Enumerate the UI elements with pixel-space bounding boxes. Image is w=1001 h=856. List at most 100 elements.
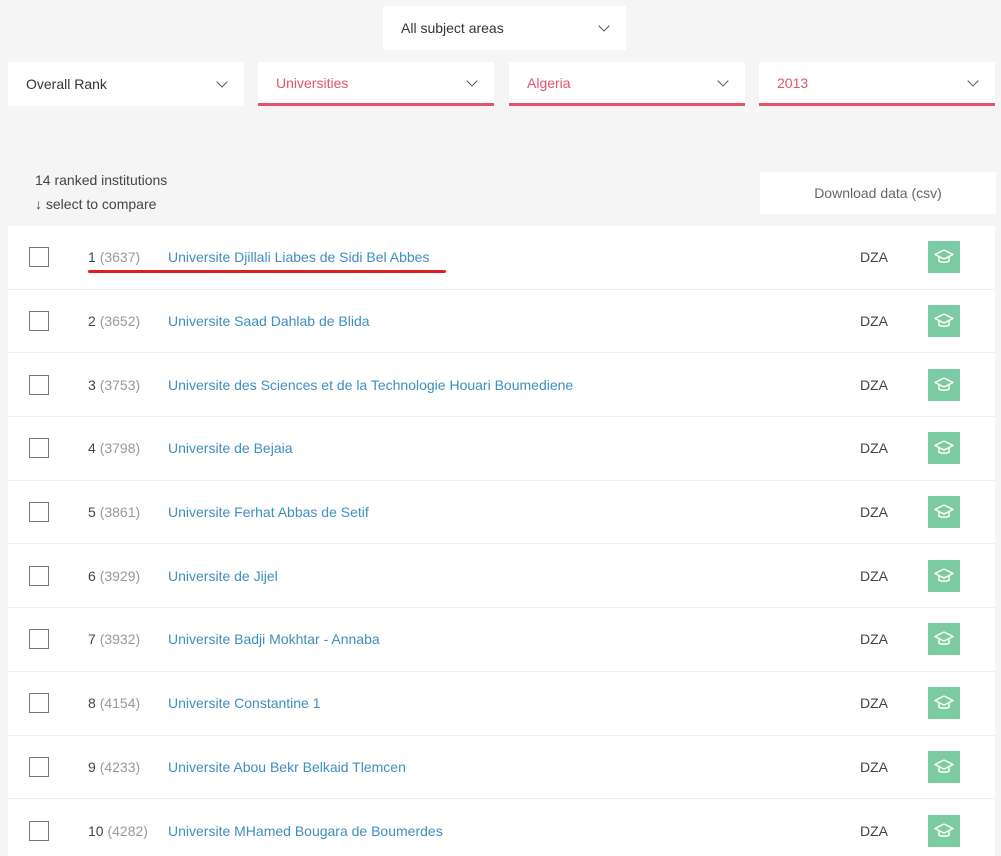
institution-type-label: Universities — [276, 74, 349, 91]
compare-checkbox[interactable] — [29, 438, 49, 459]
institution-link[interactable]: Universite MHamed Bougara de Boumerdes — [168, 823, 443, 839]
compare-hint: ↓ select to compare — [35, 196, 157, 212]
world-rank: (3861) — [99, 504, 141, 521]
institution-link[interactable]: Universite de Jijel — [168, 568, 278, 584]
chevron-down-icon — [717, 74, 729, 87]
world-rank: (3932) — [99, 631, 141, 648]
graduation-cap-icon[interactable] — [928, 750, 960, 783]
country-code: DZA — [860, 313, 888, 330]
rank-number: 10 — [88, 822, 104, 839]
rank-cell: 8 (4154) — [88, 695, 140, 711]
compare-checkbox[interactable] — [29, 311, 49, 332]
table-row: 8 (4154) Universite Constantine 1 DZA — [8, 672, 995, 736]
world-rank: (3652) — [99, 313, 141, 330]
graduation-cap-icon[interactable] — [928, 687, 960, 720]
rank-cell: 1 (3637) — [88, 249, 140, 265]
year-label: 2013 — [777, 74, 809, 91]
rank-cell: 9 (4233) — [88, 759, 140, 775]
country-code: DZA — [860, 567, 888, 584]
world-rank: (3753) — [99, 376, 141, 393]
rank-number: 8 — [88, 695, 96, 712]
institution-link[interactable]: Universite Abou Bekr Belkaid Tlemcen — [168, 759, 406, 775]
compare-checkbox[interactable] — [29, 756, 49, 777]
country-code: DZA — [860, 249, 888, 266]
world-rank: (3929) — [99, 567, 141, 584]
rank-number: 1 — [88, 249, 96, 266]
results-summary: 14 ranked institutions ↓ select to compa… — [35, 168, 167, 216]
table-row: 5 (3861) Universite Ferhat Abbas de Setif… — [8, 481, 995, 545]
country-code: DZA — [860, 758, 888, 775]
table-row: 6 (3929) Universite de Jijel DZA — [8, 544, 995, 609]
compare-checkbox[interactable] — [29, 374, 49, 395]
country-code: DZA — [860, 822, 888, 839]
year-select[interactable]: 2013 — [759, 62, 995, 106]
table-row: 1 (3637) Universite Djillali Liabes de Si… — [8, 226, 995, 290]
subject-area-select[interactable]: All subject areas — [383, 6, 626, 50]
graduation-cap-icon[interactable] — [928, 241, 960, 274]
chevron-down-icon — [598, 20, 610, 32]
world-rank: (4233) — [99, 758, 141, 775]
institution-type-select[interactable]: Universities — [258, 62, 494, 106]
graduation-cap-icon[interactable] — [928, 305, 960, 338]
institution-link[interactable]: Universite Saad Dahlab de Blida — [168, 313, 370, 329]
graduation-cap-icon[interactable] — [928, 496, 960, 529]
rank-cell: 6 (3929) — [88, 568, 140, 584]
graduation-cap-icon[interactable] — [928, 432, 960, 465]
compare-checkbox[interactable] — [29, 502, 49, 523]
world-rank: (3637) — [99, 249, 141, 266]
chevron-down-icon — [967, 74, 979, 87]
rank-number: 6 — [88, 567, 96, 584]
rank-cell: 7 (3932) — [88, 631, 140, 647]
download-csv-button[interactable]: Download data (csv) — [760, 172, 996, 214]
ranked-count: 14 ranked institutions — [35, 172, 168, 188]
rank-by-label: Overall Rank — [26, 76, 107, 92]
compare-checkbox[interactable] — [29, 820, 49, 841]
compare-checkbox[interactable] — [29, 247, 49, 268]
rank-number: 3 — [88, 376, 96, 393]
table-row: 3 (3753) Universite des Sciences et de la… — [8, 353, 995, 418]
rank-by-select[interactable]: Overall Rank — [8, 62, 244, 106]
graduation-cap-icon[interactable] — [928, 814, 960, 847]
compare-checkbox[interactable] — [29, 565, 49, 586]
institution-link[interactable]: Universite de Bejaia — [168, 440, 293, 456]
country-code: DZA — [860, 376, 888, 393]
country-code: DZA — [860, 504, 888, 521]
compare-checkbox[interactable] — [29, 693, 49, 714]
country-select[interactable]: Algeria — [509, 62, 745, 106]
highlight-underline — [88, 270, 446, 273]
world-rank: (3798) — [99, 440, 141, 457]
country-code: DZA — [860, 695, 888, 712]
institution-link[interactable]: Universite des Sciences et de la Technol… — [168, 377, 573, 393]
chevron-down-icon — [216, 76, 228, 88]
page: All subject areas Overall Rank Universit… — [0, 0, 1001, 856]
table-row: 7 (3932) Universite Badji Mokhtar - Annab… — [8, 608, 995, 672]
rank-number: 4 — [88, 440, 96, 457]
rank-number: 2 — [88, 313, 96, 330]
compare-checkbox[interactable] — [29, 629, 49, 650]
rank-number: 5 — [88, 504, 96, 521]
table-row: 4 (3798) Universite de Bejaia DZA — [8, 417, 995, 481]
graduation-cap-icon[interactable] — [928, 559, 960, 592]
country-code: DZA — [860, 440, 888, 457]
table-row: 9 (4233) Universite Abou Bekr Belkaid Tle… — [8, 736, 995, 800]
world-rank: (4154) — [99, 695, 141, 712]
institution-link[interactable]: Universite Constantine 1 — [168, 695, 321, 711]
institution-link[interactable]: Universite Ferhat Abbas de Setif — [168, 504, 369, 520]
country-label: Algeria — [527, 74, 571, 91]
rank-cell: 2 (3652) — [88, 313, 140, 329]
graduation-cap-icon[interactable] — [928, 623, 960, 656]
table-row: 2 (3652) Universite Saad Dahlab de Blida D… — [8, 290, 995, 354]
subject-area-label: All subject areas — [401, 20, 504, 36]
rank-cell: 3 (3753) — [88, 377, 140, 393]
rank-number: 7 — [88, 631, 96, 648]
institution-link[interactable]: Universite Badji Mokhtar - Annaba — [168, 631, 380, 647]
rank-cell: 4 (3798) — [88, 440, 140, 456]
rank-number: 9 — [88, 758, 96, 775]
rank-cell: 10 (4282) — [88, 823, 148, 839]
world-rank: (4282) — [107, 822, 148, 839]
chevron-down-icon — [466, 74, 478, 87]
institution-link[interactable]: Universite Djillali Liabes de Sidi Bel A… — [168, 249, 429, 265]
graduation-cap-icon[interactable] — [928, 368, 960, 401]
ranking-list: 1 (3637) Universite Djillali Liabes de Si… — [8, 226, 995, 856]
rank-cell: 5 (3861) — [88, 504, 140, 520]
